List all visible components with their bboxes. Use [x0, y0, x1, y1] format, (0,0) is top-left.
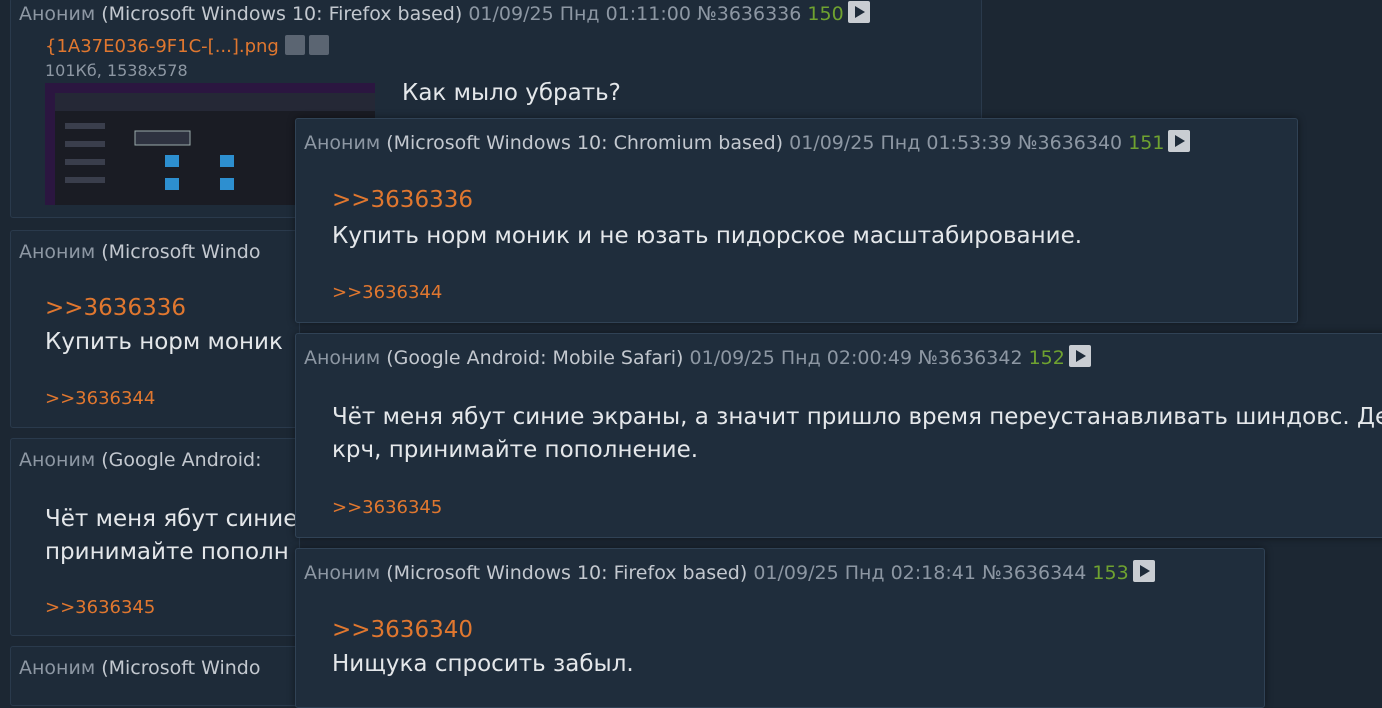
post-text: Как мыло убрать?: [402, 80, 621, 106]
file-meta: 101Кб, 1538x578: [45, 61, 188, 80]
post-header: Аноним (Microsoft Windo: [19, 657, 261, 679]
reply-link[interactable]: >>3636344: [332, 282, 442, 303]
play-icon[interactable]: [1168, 130, 1191, 152]
post-3636340-bg: Аноним (Microsoft Windo >>3636336 Купить…: [10, 230, 300, 428]
reply-to-link[interactable]: >>3636340: [332, 617, 473, 643]
poster-name: Аноним: [304, 562, 381, 584]
post-3636342-bg: Аноним (Google Android: Чёт меня ябут си…: [10, 438, 300, 636]
poster-os: (Microsoft Windows 10: Chromium based): [386, 132, 784, 154]
play-icon[interactable]: [1132, 560, 1155, 582]
post-count: 150: [807, 3, 844, 25]
post-number[interactable]: №3636336: [697, 3, 801, 25]
post-text: Купить норм моник и не юзать пидорское м…: [332, 223, 1083, 249]
post-header: Аноним (Microsoft Windo: [19, 241, 261, 263]
search-icon[interactable]: [284, 35, 305, 55]
post-date: 01/09/25 Пнд 02:18:41: [753, 562, 976, 584]
post-number[interactable]: №3636340: [1018, 132, 1122, 154]
poster-name: Аноним: [19, 657, 96, 679]
download-icon[interactable]: [308, 35, 329, 55]
reply-to-link[interactable]: >>3636336: [45, 295, 186, 321]
post-text-line1: Чёт меня ябут синие экраны, а значит при…: [332, 404, 1382, 430]
poster-os: (Microsoft Windo: [101, 241, 261, 263]
post-number[interactable]: №3636342: [918, 347, 1022, 369]
post-header: Аноним (Google Android:: [19, 449, 262, 471]
post-number[interactable]: №3636344: [982, 562, 1086, 584]
play-icon[interactable]: [847, 1, 870, 23]
poster-os: (Microsoft Windows 10: Firefox based): [101, 3, 463, 25]
post-header: Аноним (Microsoft Windows 10: Firefox ba…: [19, 1, 870, 25]
post-date: 01/09/25 Пнд 02:00:49: [689, 347, 913, 369]
post-header: Аноним (Microsoft Windows 10: Chromium b…: [304, 130, 1191, 154]
post-text-line2: принимайте пополн: [45, 539, 289, 565]
post-text: Купить норм моник: [45, 329, 283, 355]
file-name[interactable]: {1A37E036-9F1C-[...].png: [45, 35, 329, 57]
post-3636344-bg: Аноним (Microsoft Windo: [10, 646, 300, 706]
poster-os: (Google Android:: [101, 449, 262, 471]
reply-link[interactable]: >>3636345: [45, 597, 155, 618]
post-count: 151: [1128, 132, 1165, 154]
poster-os: (Microsoft Windo: [101, 657, 261, 679]
popup-post-3636340: Аноним (Microsoft Windows 10: Chromium b…: [295, 118, 1298, 323]
poster-name: Аноним: [304, 347, 381, 369]
poster-os: (Microsoft Windows 10: Firefox based): [386, 562, 748, 584]
popup-post-3636342: Аноним (Google Android: Mobile Safari) 0…: [295, 333, 1382, 538]
file-link[interactable]: {1A37E036-9F1C-[...].png: [45, 36, 279, 57]
post-text-line1: Чёт меня ябут синие: [45, 506, 298, 532]
poster-name: Аноним: [304, 132, 381, 154]
post-text: Нищука спросить забыл.: [332, 651, 634, 677]
poster-name: Аноним: [19, 449, 96, 471]
post-count: 153: [1092, 562, 1129, 584]
post-date: 01/09/25 Пнд 01:11:00: [468, 3, 691, 25]
post-header: Аноним (Google Android: Mobile Safari) 0…: [304, 345, 1091, 369]
post-count: 152: [1028, 347, 1065, 369]
popup-post-3636344: Аноним (Microsoft Windows 10: Firefox ba…: [295, 548, 1265, 708]
play-icon[interactable]: [1068, 345, 1091, 367]
poster-name: Аноним: [19, 241, 96, 263]
reply-link[interactable]: >>3636345: [332, 497, 442, 518]
poster-os: (Google Android: Mobile Safari): [386, 347, 684, 369]
post-text-line2: крч, принимайте пополнение.: [332, 437, 699, 463]
reply-to-link[interactable]: >>3636336: [332, 187, 473, 213]
reply-link[interactable]: >>3636344: [45, 388, 155, 409]
post-header: Аноним (Microsoft Windows 10: Firefox ba…: [304, 560, 1155, 584]
post-date: 01/09/25 Пнд 01:53:39: [789, 132, 1012, 154]
poster-name: Аноним: [19, 3, 96, 25]
